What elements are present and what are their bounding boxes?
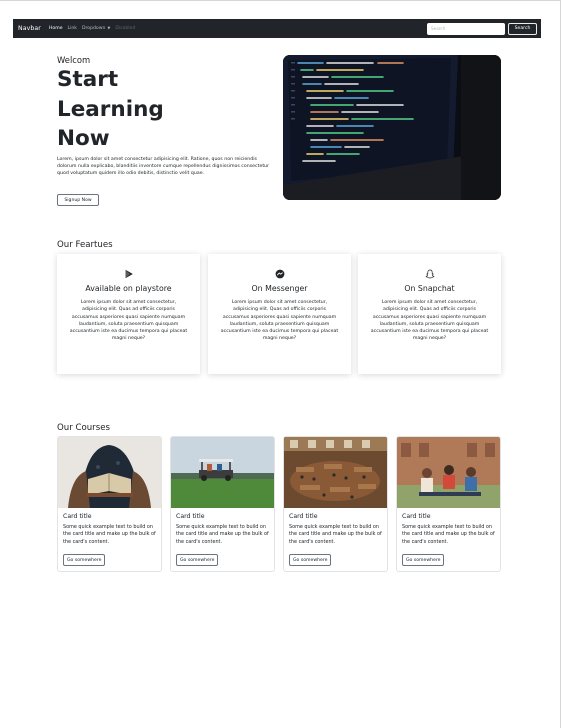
go-somewhere-button[interactable]: Go somewhere [289,554,332,566]
feature-card-messenger: On Messenger Lorem ipsum dolor sit amet … [208,254,351,374]
navbar-brand[interactable]: Navbar [18,25,41,32]
course-title: Card title [289,513,318,520]
course-text: Some quick example text to build on the … [176,524,269,545]
navbar: Navbar Home Link Dropdown ▼ Disabled Sea… [13,19,541,38]
course-image-students [397,437,500,508]
feature-title: On Messenger [251,284,308,293]
snapchat-icon [424,269,435,279]
hero-text: Lorem, ipsum dolor sit amet consectetur … [57,157,270,177]
go-somewhere-button[interactable]: Go somewhere [402,554,445,566]
course-card: Card title Some quick example text to bu… [170,436,275,572]
course-title: Card title [63,513,92,520]
course-card: Card title Some quick example text to bu… [283,436,388,572]
course-image-reading [58,437,161,508]
feature-title: Available on playstore [85,284,172,293]
messenger-icon [275,269,284,279]
features-title: Our Feartues [57,240,113,250]
hero-code-image [283,55,501,200]
playstore-icon [125,269,133,279]
dropdown-label: Dropdown [81,26,106,31]
signup-button[interactable]: Signup Now [57,194,99,206]
nav-link-disabled: Disabled [115,26,136,31]
course-text: Some quick example text to build on the … [402,524,495,545]
hero-eyebrow: Welcom [57,55,91,65]
course-image-golf-cart [171,437,274,508]
caret-down-icon: ▼ [106,26,111,30]
course-card: Card title Some quick example text to bu… [57,436,162,572]
course-title: Card title [402,513,431,520]
feature-text: Lorem ipsum dolor sit amet consectetur, … [370,300,489,342]
feature-card-snapchat: On Snapchat Lorem ipsum dolor sit amet c… [358,254,501,374]
feature-card-playstore: Available on playstore Lorem ipsum dolor… [57,254,200,374]
nav-link-home[interactable]: Home [49,26,63,31]
nav-link-link[interactable]: Link [68,26,77,31]
course-text: Some quick example text to build on the … [63,524,156,545]
search-button[interactable]: Search [508,22,537,35]
hero-title: Start Learning Now [57,67,164,151]
feature-title: On Snapchat [404,284,455,293]
courses-title: Our Courses [57,423,110,433]
go-somewhere-button[interactable]: Go somewhere [63,554,106,566]
course-image-library [284,437,387,508]
nav-link-dropdown[interactable]: Dropdown ▼ [82,26,110,31]
feature-text: Lorem ipsum dolor sit amet consectetur, … [69,300,188,342]
course-title: Card title [176,513,205,520]
course-text: Some quick example text to build on the … [289,524,382,545]
go-somewhere-button[interactable]: Go somewhere [176,554,219,566]
search-input[interactable] [427,22,505,35]
feature-text: Lorem ipsum dolor sit amet consectetur, … [220,300,339,342]
course-card: Card title Some quick example text to bu… [396,436,501,572]
